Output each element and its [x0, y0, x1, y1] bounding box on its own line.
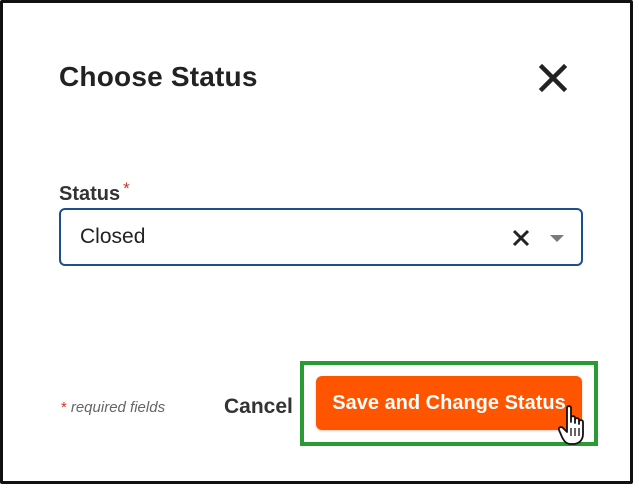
close-button[interactable]	[536, 61, 570, 95]
hand-pointer-cursor-icon	[558, 405, 584, 445]
required-asterisk: *	[123, 179, 130, 198]
required-fields-note: * required fields	[61, 399, 165, 416]
required-note-asterisk: *	[61, 399, 67, 416]
status-label-text: Status	[59, 183, 121, 205]
save-and-change-status-button[interactable]: Save and Change Status	[316, 376, 582, 430]
dialog-title: Choose Status	[59, 61, 258, 92]
required-note-text: required fields	[70, 399, 166, 416]
status-select-value: Closed	[80, 225, 146, 248]
clear-x-icon[interactable]	[511, 228, 531, 248]
caret-down-icon[interactable]	[550, 235, 564, 242]
status-select[interactable]: Closed	[59, 208, 583, 266]
cancel-button[interactable]: Cancel	[224, 395, 293, 419]
close-icon[interactable]	[536, 61, 570, 95]
status-label: Status *	[59, 179, 130, 206]
